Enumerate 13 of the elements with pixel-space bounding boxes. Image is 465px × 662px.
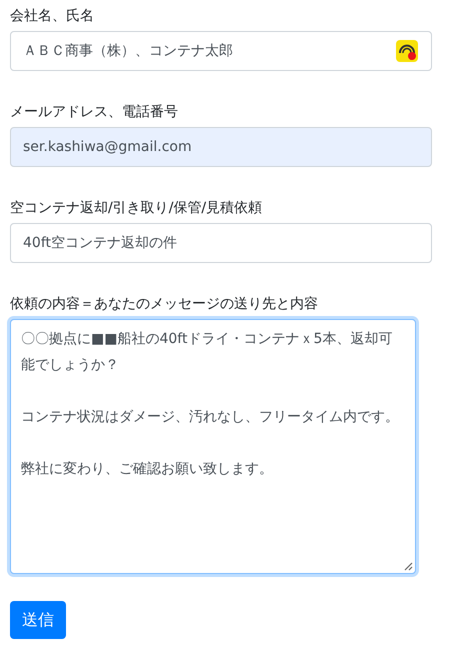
submit-button[interactable]: 送信 [10, 601, 66, 639]
resize-grip-icon[interactable] [404, 562, 413, 571]
field-label: 依頼の内容＝あなたのメッセージの送り先と内容 [10, 295, 318, 314]
input-field[interactable]: ser.kashiwa@gmail.com [10, 127, 432, 167]
message-paragraph: コンテナ状況はダメージ、汚れなし、フリータイム内です。 [21, 408, 400, 427]
input-field[interactable]: ＡＢＣ商事（株）、コンテナ太郎 [10, 31, 432, 71]
message-paragraph: 弊社に変わり、ご確認お願い致します。 [21, 460, 274, 479]
input-field[interactable]: 40ft空コンテナ返却の件 [10, 223, 432, 263]
field-label: メールアドレス、電話番号 [10, 103, 178, 122]
message-paragraph: 〇〇拠点に■■船社の40ftドライ・コンテナｘ5本、返却可能でしょうか？ [21, 330, 394, 375]
field-label: 空コンテナ返却/引き取り/保管/見積依頼 [10, 199, 262, 218]
message-field[interactable]: 〇〇拠点に■■船社の40ftドライ・コンテナｘ5本、返却可能でしょうか？ コンテナ状況はダメージ、汚れなし、フリータイム内です。 弊社に変わり、ご確認お願い致します。 [10, 319, 416, 574]
field-label: 会社名、氏名 [10, 7, 94, 26]
